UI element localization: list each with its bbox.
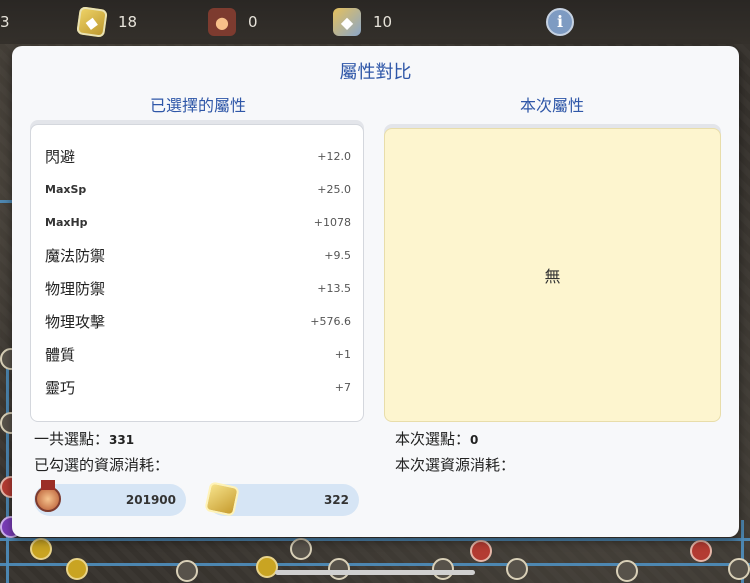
medal-icon <box>30 480 66 518</box>
attribute-name: MaxSp <box>45 183 87 196</box>
total-points: 一共選點：331 <box>34 428 134 449</box>
skill-node[interactable] <box>290 538 312 560</box>
current-attributes-panel: 無 <box>384 128 721 422</box>
attribute-row: 體質 +1 <box>31 338 363 371</box>
attribute-name: 靈巧 <box>45 379 76 397</box>
grid-line <box>0 563 750 566</box>
attribute-value: +7 <box>334 381 351 394</box>
gold-cube-icon <box>204 480 240 518</box>
attribute-name: MaxHp <box>45 216 88 229</box>
attribute-compare-dialog: 屬性對比 已選擇的屬性 本次屬性 閃避 +12.0 MaxSp +25.0 Ma… <box>12 46 739 537</box>
partial-counter: 3 <box>0 7 10 37</box>
cube-lock-counter: ◆ 10 <box>333 7 392 37</box>
medal-cost-pill: 201900 <box>34 480 186 516</box>
attribute-row: 魔法防禦 +9.5 <box>31 239 363 272</box>
total-points-value: 331 <box>109 433 135 447</box>
skill-node[interactable] <box>432 558 454 580</box>
current-points-label: 本次選點： <box>395 430 471 448</box>
current-points-value: 0 <box>470 433 479 447</box>
badge-count: 0 <box>248 13 258 31</box>
skill-node[interactable] <box>506 558 528 580</box>
attribute-name <box>45 125 50 133</box>
attribute-value: +1 <box>334 348 351 361</box>
badge-lock-icon: ● <box>208 8 236 36</box>
attribute-row-clipped <box>31 125 363 140</box>
cube-lock-icon: ◆ <box>333 8 361 36</box>
current-attributes-heading: 本次屬性 <box>519 96 584 115</box>
cube-count: 18 <box>118 13 138 31</box>
attribute-name: 體質 <box>45 346 76 364</box>
attribute-row: 靈巧 +7 <box>31 371 363 404</box>
partial-count: 3 <box>0 13 10 31</box>
info-icon[interactable]: i <box>546 8 574 36</box>
skill-node[interactable] <box>66 558 88 580</box>
skill-node[interactable] <box>256 556 278 578</box>
skill-node[interactable] <box>470 540 492 562</box>
current-points: 本次選點：0 <box>395 428 478 449</box>
attribute-value: +13.5 <box>317 282 351 295</box>
attribute-row: MaxSp +25.0 <box>31 173 363 206</box>
attribute-value: +1078 <box>313 216 351 229</box>
attribute-value: +12.0 <box>317 150 351 163</box>
cube-icon: ◆ <box>76 6 108 38</box>
attribute-name: 物理攻擊 <box>45 313 106 331</box>
attribute-value: +25.0 <box>317 183 351 196</box>
grid-line <box>0 200 12 203</box>
current-consumed-label: 本次選資源消耗： <box>395 456 516 474</box>
consumed-label: 已勾選的資源消耗： <box>34 456 170 474</box>
cube-counter: ◆ 18 <box>76 6 138 38</box>
medal-cost-value: 201900 <box>125 493 176 507</box>
home-indicator[interactable] <box>275 570 475 575</box>
attribute-row: 物理攻擊 +576.6 <box>31 305 363 338</box>
attribute-value <box>348 125 352 130</box>
attribute-value: +9.5 <box>324 249 351 262</box>
cube-lock-count: 10 <box>373 13 393 31</box>
dialog-title: 屬性對比 <box>339 62 412 83</box>
total-points-label: 一共選點： <box>34 430 110 448</box>
top-status-bar: 3 ◆ 18 ● 0 ◆ 10 i <box>0 0 750 44</box>
skill-node[interactable] <box>176 560 198 582</box>
skill-node[interactable] <box>328 558 350 580</box>
cube-cost-pill: 322 <box>204 481 359 517</box>
grid-line <box>6 350 9 583</box>
empty-placeholder: 無 <box>544 267 561 286</box>
skill-node[interactable] <box>690 540 712 562</box>
grid-line <box>0 538 750 541</box>
selected-attributes-heading: 已選擇的屬性 <box>149 96 246 115</box>
skill-node[interactable] <box>30 538 52 560</box>
attribute-value: +576.6 <box>310 315 351 328</box>
attribute-row: MaxHp +1078 <box>31 206 363 239</box>
attribute-name: 魔法防禦 <box>45 247 106 265</box>
skill-node[interactable] <box>728 558 750 580</box>
attribute-row: 物理防禦 +13.5 <box>31 272 363 305</box>
attribute-row: 閃避 +12.0 <box>31 140 363 173</box>
badge-counter: ● 0 <box>208 7 258 37</box>
attribute-name: 物理防禦 <box>45 280 106 298</box>
attribute-name: 閃避 <box>45 148 76 166</box>
cube-cost-value: 322 <box>323 493 349 507</box>
selected-attributes-list[interactable]: 閃避 +12.0 MaxSp +25.0 MaxHp +1078 魔法防禦 +9… <box>30 124 364 422</box>
skill-node[interactable] <box>616 560 638 582</box>
